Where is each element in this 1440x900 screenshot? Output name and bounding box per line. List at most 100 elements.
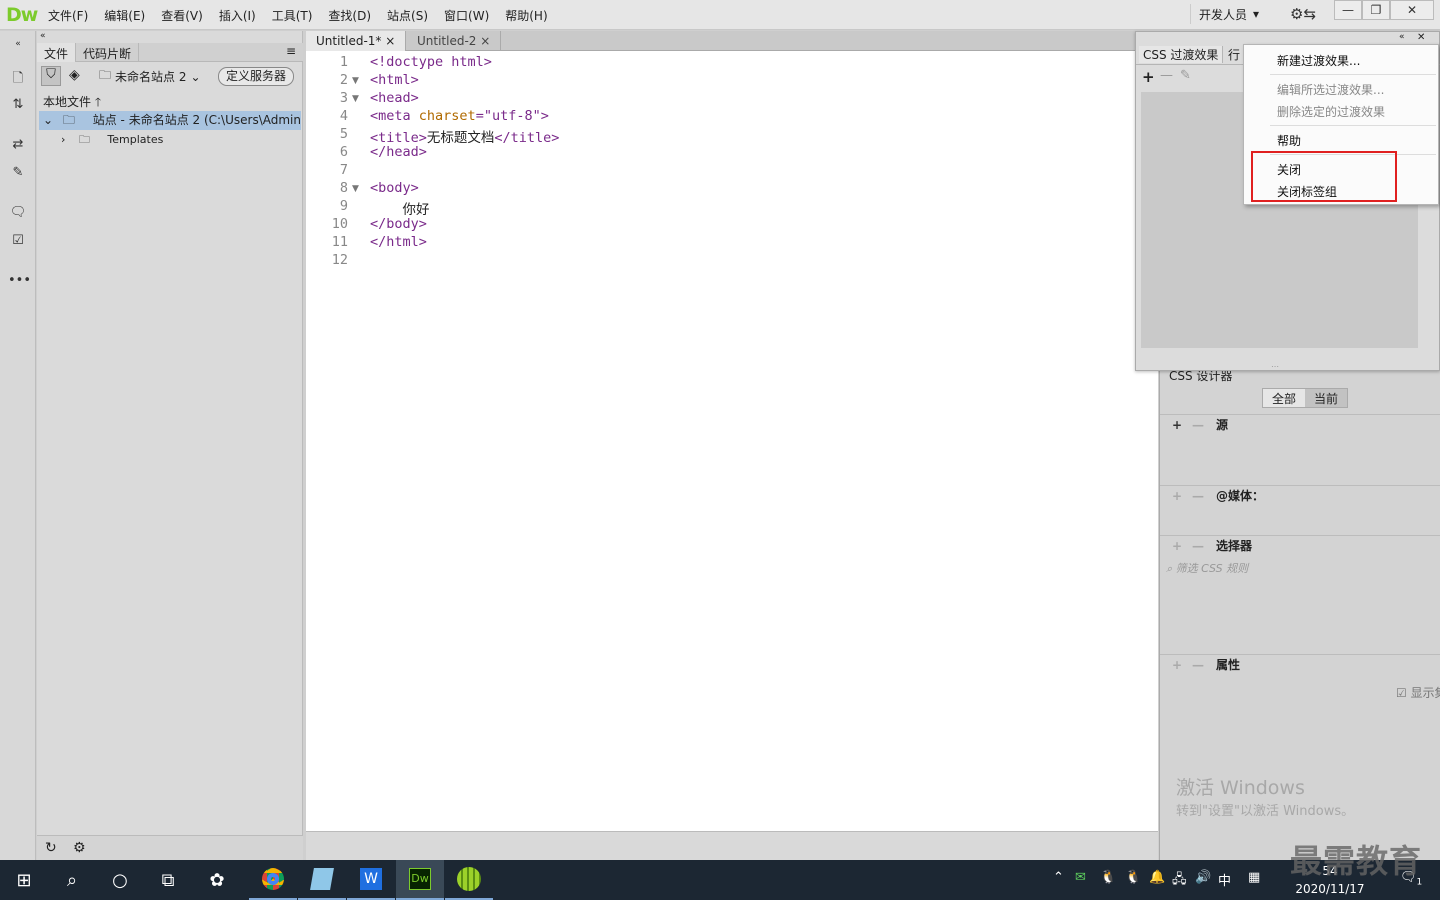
log-icon[interactable]: ⚙ (73, 840, 86, 856)
all-button[interactable]: 全部 (1263, 389, 1306, 407)
menu-file[interactable]: 文件(F) (40, 7, 96, 24)
tray-expand-icon[interactable]: ⌃ (1053, 870, 1064, 885)
filter-rules-input[interactable]: ⌕ 筛选 CSS 规则 (1166, 560, 1248, 576)
remove-icon[interactable]: — (1192, 536, 1204, 556)
chevron-down-icon[interactable]: ⌄ (43, 113, 53, 127)
current-button[interactable]: 当前 (1305, 389, 1348, 407)
add-icon[interactable]: + (1172, 655, 1182, 675)
line-number: 7 (339, 162, 348, 178)
checkbox-icon: ☑ (1396, 686, 1411, 700)
edit-icon[interactable]: ✎ (1180, 68, 1191, 83)
search-icon[interactable]: ⌕ (48, 860, 96, 900)
qq-icon[interactable]: 🐧 (1100, 870, 1116, 885)
menu-window[interactable]: 窗口(W) (436, 7, 497, 24)
dreamweaver-taskbar-icon[interactable]: Dw (396, 860, 444, 900)
menu-edit[interactable]: 编辑(E) (96, 7, 153, 24)
panel-menu-icon[interactable]: ≡ (286, 44, 296, 58)
add-transition-icon[interactable]: + (1142, 68, 1155, 86)
menu-help[interactable]: 帮助(H) (497, 7, 555, 24)
site-root-row[interactable]: ⌄ 🗀 站点 - 未命名站点 2 (C:\Users\Adminis... (39, 111, 301, 130)
add-icon[interactable]: + (1172, 536, 1182, 556)
media-app-icon[interactable] (445, 860, 493, 900)
menu-item-help[interactable]: 帮助 (1277, 132, 1301, 149)
menu-items: 文件(F) 编辑(E) 查看(V) 插入(I) 工具(T) 查找(D) 站点(S… (40, 0, 556, 30)
close-icon[interactable]: × (480, 34, 490, 48)
menu-tools[interactable]: 工具(T) (264, 7, 321, 24)
cortana-icon[interactable]: ○ (96, 860, 144, 900)
menu-item-delete-transition: 删除选定的过渡效果 (1277, 105, 1386, 119)
close-icon[interactable]: ✕ (1417, 32, 1425, 43)
local-files-label: 本地文件 (43, 95, 92, 109)
menu-item-new-transition[interactable]: 新建过渡效果... (1277, 52, 1360, 69)
remove-icon[interactable]: — (1192, 655, 1204, 675)
sync-settings-icon[interactable]: ⚙⇆ (1290, 5, 1316, 23)
line-number: 8 (339, 180, 348, 196)
close-window-button[interactable]: ✕ (1390, 0, 1434, 20)
chrome-icon[interactable] (249, 860, 297, 900)
resize-grip-icon[interactable]: ⋯ (1271, 362, 1279, 371)
input-language[interactable]: 中 (1218, 870, 1231, 889)
expand-collapse-icon[interactable]: ⇄ (8, 137, 28, 157)
code-editor[interactable]: 1 2 3 4 5 6 7 8 9 10 11 12 ▼ ▼ ▼ <!docty… (306, 51, 1158, 831)
remove-icon[interactable]: — (1192, 415, 1204, 435)
line-number: 9 (339, 198, 348, 214)
comment-icon[interactable]: 🗨 (8, 205, 28, 225)
fold-icon[interactable]: ▼ (352, 76, 359, 86)
windows-start-icon[interactable]: ⊞ (0, 860, 48, 900)
tab-snippets[interactable]: 代码片断 (76, 43, 140, 62)
menu-item-edit-transition: 编辑所选过渡效果... (1277, 83, 1385, 97)
code-line: 你好 (370, 202, 430, 218)
collapse-icon[interactable]: « (1399, 32, 1405, 42)
tab-other[interactable]: 行 (1228, 46, 1240, 63)
tab-untitled-1[interactable]: Untitled-1* × (306, 31, 407, 51)
define-server-button[interactable]: 定义服务器 (218, 67, 295, 86)
menu-view[interactable]: 查看(V) (153, 7, 211, 24)
show-set-checkbox[interactable]: ☑ 显示集 (1396, 684, 1440, 701)
chevron-down-icon: ▾ (1253, 7, 1260, 21)
chevron-right-icon[interactable]: › (61, 133, 65, 146)
volume-icon[interactable]: 🔊 (1195, 870, 1211, 885)
close-icon[interactable]: × (385, 34, 395, 48)
task-view-icon[interactable]: ⧉ (144, 860, 192, 900)
tab-untitled-2[interactable]: Untitled-2 × (407, 31, 502, 51)
file-transfer-icon[interactable]: ⇅ (8, 97, 28, 117)
menu-find[interactable]: 查找(D) (320, 7, 379, 24)
notepad-app-icon[interactable] (298, 860, 346, 900)
brand-watermark: 最需教育 (1290, 842, 1423, 880)
collapse-icon[interactable]: « (8, 39, 28, 59)
menu-site[interactable]: 站点(S) (379, 7, 436, 24)
properties-label: 属性 (1216, 658, 1241, 672)
add-icon[interactable]: + (1172, 486, 1182, 506)
activation-watermark: 激活 Windows (1176, 777, 1305, 799)
restore-button[interactable]: ❐ (1362, 0, 1390, 20)
tab-files[interactable]: 文件 (37, 43, 77, 62)
remove-transition-icon[interactable]: — (1160, 68, 1173, 83)
wechat-icon[interactable]: ✉ (1075, 870, 1086, 885)
remove-icon[interactable]: — (1192, 486, 1204, 506)
keyboard-grid-icon[interactable]: ▦ (1248, 870, 1260, 885)
git-icon[interactable]: ◈ (69, 67, 80, 83)
collapse-panel-icon[interactable]: « (40, 31, 46, 41)
fold-icon[interactable]: ▼ (352, 94, 359, 104)
menu-insert[interactable]: 插入(I) (211, 7, 264, 24)
add-icon[interactable]: + (1172, 415, 1182, 435)
qq-icon-2[interactable]: 🐧 (1125, 870, 1141, 885)
minimize-button[interactable]: — (1334, 0, 1362, 20)
format-code-icon[interactable]: ✎ (8, 165, 28, 185)
network-icon[interactable]: 🖧 (1172, 870, 1187, 892)
templates-folder-row[interactable]: › 🗀 Templates (39, 131, 301, 149)
more-icon[interactable]: ••• (8, 273, 31, 293)
site-selector[interactable]: 🗀 未命名站点 2 ⌄ (99, 67, 213, 86)
wps-icon[interactable]: W (347, 860, 395, 900)
refresh-icon[interactable]: ↻ (45, 840, 57, 856)
open-document-icon[interactable]: 🗋 (8, 69, 28, 89)
document-tabs: Untitled-1* × Untitled-2 × (306, 31, 1158, 51)
site-view-icon[interactable]: ⛉ (41, 66, 61, 86)
check-icon[interactable]: ☑ (8, 233, 28, 253)
workspace-switcher[interactable]: 开发人员 ▾ (1190, 4, 1267, 24)
code-line: <head> (370, 90, 419, 106)
tab-css-transitions[interactable]: CSS 过渡效果 (1139, 46, 1224, 63)
pinwheel-app-icon[interactable]: ✿ (193, 860, 241, 900)
fold-icon[interactable]: ▼ (352, 184, 359, 194)
notification-bell-icon[interactable]: 🔔 (1149, 870, 1165, 885)
